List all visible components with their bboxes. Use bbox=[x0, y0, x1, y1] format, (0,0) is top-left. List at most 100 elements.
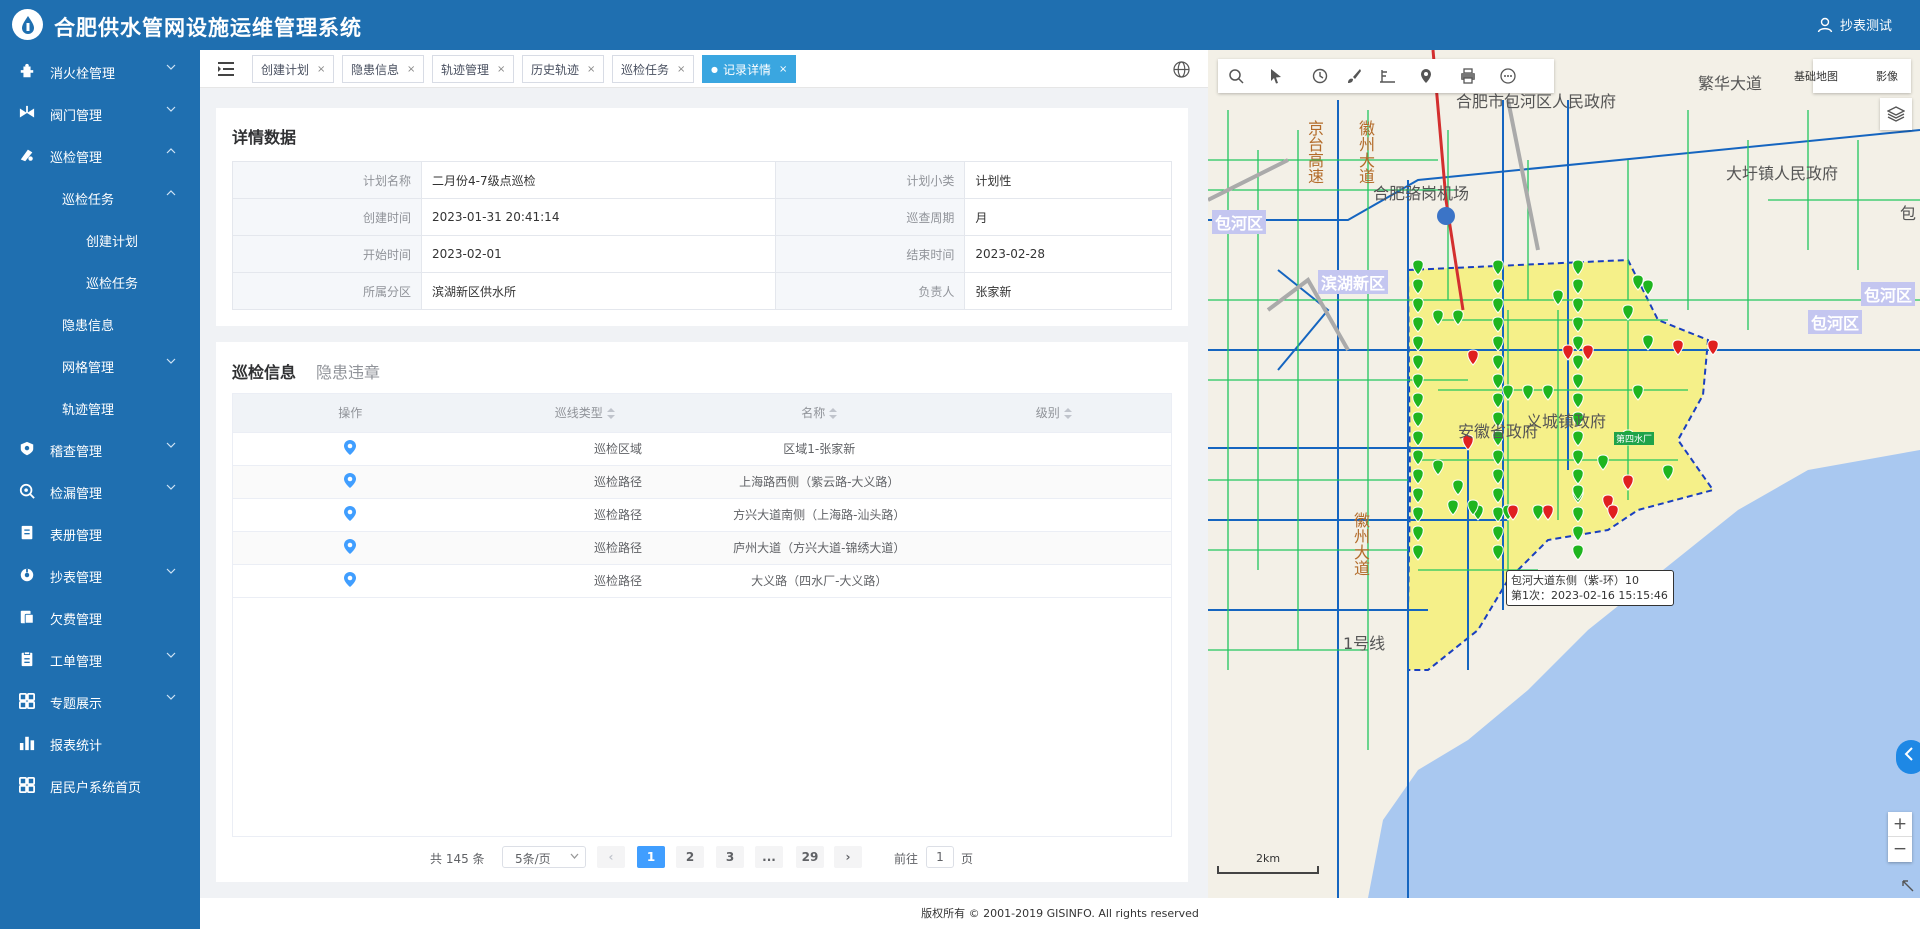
location-pin-icon[interactable] bbox=[344, 538, 357, 554]
sort-icon[interactable] bbox=[1063, 408, 1072, 420]
sidebar-item-4[interactable]: 创建计划 bbox=[0, 219, 200, 259]
basemap-button[interactable]: 基础地图 bbox=[1794, 68, 1838, 84]
close-icon[interactable]: × bbox=[779, 64, 787, 75]
sidebar-item-2[interactable]: 巡检管理 bbox=[0, 135, 200, 175]
sort-icon[interactable] bbox=[829, 408, 838, 420]
tab-label: 创建计划 bbox=[261, 62, 310, 77]
detail-key: 创建时间 bbox=[232, 198, 422, 236]
column-header[interactable]: 名称 bbox=[702, 394, 937, 433]
table-row: 巡检区域 区域1-张家新 bbox=[233, 432, 1171, 466]
sidebar-item-9[interactable]: 稽查管理 bbox=[0, 429, 200, 469]
checkpoint-marker[interactable] bbox=[1572, 544, 1584, 561]
hydrant-icon bbox=[20, 63, 34, 78]
more-icon bbox=[1500, 68, 1516, 84]
tab-0[interactable]: 创建计划 × bbox=[252, 55, 335, 83]
fullscreen-icon[interactable] bbox=[1902, 880, 1914, 892]
sidebar-item-8[interactable]: 轨迹管理 bbox=[0, 387, 200, 427]
sidebar-item-13[interactable]: 欠费管理 bbox=[0, 597, 200, 637]
column-label: 级别 bbox=[1035, 406, 1060, 421]
checkpoint-marker[interactable] bbox=[1572, 525, 1584, 542]
tab-3[interactable]: 历史轨迹 × bbox=[522, 55, 605, 83]
page-button[interactable]: 2 bbox=[676, 846, 704, 868]
sidebar-item-16[interactable]: 报表统计 bbox=[0, 723, 200, 763]
map-place-label: 包河区 bbox=[1861, 282, 1916, 306]
sidebar-item-11[interactable]: 表册管理 bbox=[0, 513, 200, 553]
zoom-out-button[interactable]: − bbox=[1888, 837, 1912, 862]
sidebar-item-1[interactable]: 阀门管理 bbox=[0, 93, 200, 133]
location-pin-icon[interactable] bbox=[344, 505, 357, 521]
sidebar-item-label: 报表统计 bbox=[50, 739, 103, 754]
tooltip-time: 第1次：2023-02-16 15:15:46 bbox=[1511, 589, 1668, 602]
sidebar-item-12[interactable]: 抄表管理 bbox=[0, 555, 200, 595]
page-button[interactable]: 29 bbox=[796, 846, 824, 868]
draw-tool-button[interactable] bbox=[1378, 67, 1398, 85]
sidebar-item-10[interactable]: 检漏管理 bbox=[0, 471, 200, 511]
page-button[interactable]: 1 bbox=[637, 846, 665, 868]
close-icon[interactable]: × bbox=[317, 64, 325, 75]
tab-2[interactable]: 轨迹管理 × bbox=[432, 55, 515, 83]
globe-icon[interactable] bbox=[1173, 61, 1190, 78]
inspection-icon bbox=[20, 149, 33, 162]
sidebar-item-0[interactable]: 消火栓管理 bbox=[0, 51, 200, 91]
prev-page-button[interactable]: ‹ bbox=[597, 846, 625, 868]
column-header[interactable]: 级别 bbox=[936, 394, 1171, 433]
cell-type: 巡检路径 bbox=[467, 564, 702, 598]
location-pin-icon[interactable] bbox=[344, 472, 357, 488]
column-header[interactable]: 巡线类型 bbox=[467, 394, 702, 433]
map-view[interactable]: 合肥市包河区人民政府 繁华大道 京台高速 徽州大道 合肥骆岗机场 大圩镇人民政府 滨湖新区包… bbox=[1208, 50, 1920, 898]
layers-icon bbox=[1887, 106, 1905, 122]
select-tool-button[interactable] bbox=[1266, 67, 1286, 85]
user-menu[interactable]: 抄表测试 bbox=[1817, 15, 1892, 34]
chevron-down-icon bbox=[166, 442, 176, 448]
detail-value: 2023-02-01 bbox=[420, 235, 777, 273]
page-size-select[interactable]: 5条/页 bbox=[502, 846, 586, 868]
measure-tool-button[interactable] bbox=[1310, 67, 1330, 85]
zoom-in-button[interactable]: + bbox=[1888, 812, 1912, 837]
print-tool-button[interactable] bbox=[1458, 67, 1478, 85]
imagery-button[interactable]: 影像 bbox=[1876, 68, 1898, 84]
sidebar-item-3[interactable]: 巡检任务 bbox=[0, 177, 200, 217]
goto-page-input[interactable]: 1 bbox=[926, 846, 954, 868]
hazard-marker[interactable] bbox=[1707, 339, 1719, 356]
search-tool-button[interactable] bbox=[1226, 67, 1246, 85]
sidebar-item-label: 表册管理 bbox=[50, 529, 103, 544]
footer: 版权所有 © 2001-2019 GISINFO. All rights res… bbox=[200, 898, 1920, 929]
arrears-icon bbox=[20, 610, 34, 624]
column-label: 名称 bbox=[801, 406, 826, 421]
location-pin-icon[interactable] bbox=[344, 439, 357, 455]
sidebar-item-14[interactable]: 工单管理 bbox=[0, 639, 200, 679]
map-tooltip: 包河大道东侧（紫-环）10 第1次：2023-02-16 15:15:46 bbox=[1506, 570, 1674, 606]
collapse-menu-icon[interactable] bbox=[218, 62, 234, 76]
tab-inspection-info[interactable]: 巡检信息 bbox=[232, 359, 296, 383]
tab-4[interactable]: 巡检任务 × bbox=[612, 55, 695, 83]
leak-detect-icon bbox=[19, 483, 35, 499]
location-pin-icon[interactable] bbox=[344, 571, 357, 587]
page-button[interactable]: ... bbox=[755, 846, 783, 868]
close-icon[interactable]: × bbox=[677, 64, 685, 75]
expand-panel-button[interactable] bbox=[1896, 740, 1920, 774]
close-icon[interactable]: × bbox=[587, 64, 595, 75]
detail-value: 月 bbox=[964, 198, 1172, 236]
sidebar-item-label: 消火栓管理 bbox=[50, 67, 116, 82]
cell-name: 庐州大道（方兴大道-锦绣大道） bbox=[702, 531, 937, 565]
sidebar-item-6[interactable]: 隐患信息 bbox=[0, 303, 200, 343]
detail-table: 计划名称 二月份4-7级点巡检 计划小类 计划性 创建时间 2023-01-31 20:4… bbox=[232, 161, 1172, 310]
clear-tool-button[interactable] bbox=[1344, 67, 1364, 85]
tab-5[interactable]: ● 记录详情 × bbox=[702, 55, 797, 83]
close-icon[interactable]: × bbox=[407, 64, 415, 75]
sidebar-item-15[interactable]: 专题展示 bbox=[0, 681, 200, 721]
close-icon[interactable]: × bbox=[497, 64, 505, 75]
sidebar-item-5[interactable]: 巡检任务 bbox=[0, 261, 200, 301]
next-page-button[interactable]: › bbox=[834, 846, 862, 868]
page-button[interactable]: 3 bbox=[716, 846, 744, 868]
tab-hazard-violation[interactable]: 隐患违章 bbox=[316, 359, 380, 383]
location-tool-button[interactable] bbox=[1416, 67, 1436, 85]
sort-icon[interactable] bbox=[606, 408, 615, 420]
detail-key: 巡查周期 bbox=[775, 198, 966, 236]
more-tool-button[interactable] bbox=[1498, 67, 1518, 85]
detail-title: 详情数据 bbox=[232, 128, 297, 147]
tab-1[interactable]: 隐患信息 × bbox=[342, 55, 425, 83]
sidebar-item-label: 巡检任务 bbox=[62, 193, 115, 208]
sidebar-item-17[interactable]: 居民户系统首页 bbox=[0, 765, 200, 805]
sidebar-item-7[interactable]: 网格管理 bbox=[0, 345, 200, 385]
